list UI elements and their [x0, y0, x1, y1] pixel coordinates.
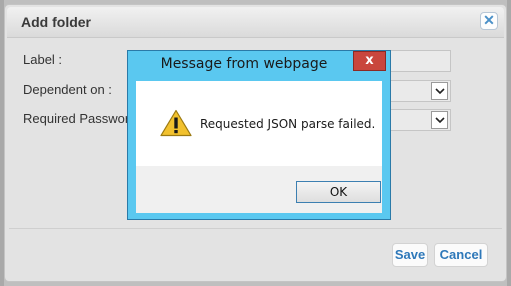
dependent-on-label: Dependent on : — [23, 82, 112, 97]
dialog-footer: Save Cancel — [7, 231, 504, 279]
message-dialog-title: Message from webpage — [160, 56, 328, 72]
message-dialog: Message from webpage x Requested JSON pa… — [127, 50, 391, 220]
dependent-on-dropdown-button[interactable] — [431, 82, 448, 100]
message-footer: OK — [136, 166, 382, 213]
close-icon: x — [365, 53, 374, 68]
background-strip-right — [507, 0, 511, 286]
chevron-down-icon — [435, 117, 445, 124]
required-password-label: Required Passwor — [23, 111, 130, 126]
cancel-button[interactable]: Cancel — [434, 243, 488, 267]
message-content: Requested JSON parse failed. OK — [136, 81, 382, 213]
message-close-button[interactable]: x — [353, 51, 386, 71]
warning-icon — [160, 109, 192, 137]
save-button[interactable]: Save — [392, 243, 428, 267]
close-icon: ✕ — [483, 12, 495, 28]
dialog-header: Add folder ✕ — [7, 7, 504, 38]
required-password-dropdown-button[interactable] — [431, 111, 448, 129]
message-text: Requested JSON parse failed. — [200, 117, 376, 131]
footer-divider — [9, 228, 502, 229]
dialog-close-button[interactable]: ✕ — [480, 12, 498, 30]
ok-button[interactable]: OK — [296, 181, 381, 203]
dialog-title: Add folder — [21, 14, 91, 30]
chevron-down-icon — [435, 88, 445, 95]
label-field-label: Label : — [23, 52, 63, 67]
